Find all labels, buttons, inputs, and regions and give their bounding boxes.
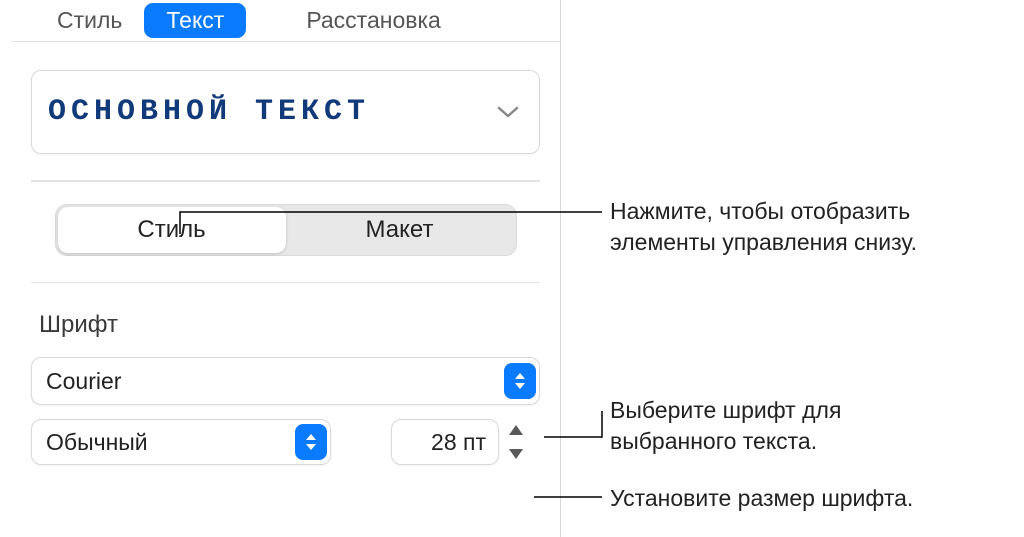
font-size-group: 28 пт bbox=[391, 419, 527, 465]
updown-icon bbox=[504, 363, 536, 399]
segmented-row: Стиль Макет bbox=[11, 204, 560, 256]
divider bbox=[31, 180, 540, 182]
tab-text[interactable]: Текст bbox=[144, 3, 246, 38]
paragraph-style-dropdown[interactable]: ОСНОВНОЙ ТЕКСТ bbox=[31, 70, 540, 154]
paragraph-style-label: ОСНОВНОЙ ТЕКСТ bbox=[48, 95, 370, 129]
font-section-heading: Шрифт bbox=[39, 311, 560, 339]
font-family-value: Courier bbox=[46, 368, 121, 395]
segment-style[interactable]: Стиль bbox=[58, 207, 286, 253]
updown-icon bbox=[295, 424, 327, 460]
tab-arrangement[interactable]: Расстановка bbox=[284, 3, 463, 38]
font-weight-dropdown[interactable]: Обычный bbox=[31, 419, 331, 465]
chevron-down-icon bbox=[497, 105, 519, 119]
callout-text-2: Выберите шрифт длявыбранного текста. bbox=[610, 395, 841, 457]
tab-style[interactable]: Стиль bbox=[35, 3, 144, 38]
font-size-stepper bbox=[505, 421, 527, 463]
font-size-increase[interactable] bbox=[505, 421, 527, 439]
callout-text-3: Установите размер шрифта. bbox=[610, 483, 913, 514]
font-size-decrease[interactable] bbox=[505, 445, 527, 463]
top-tabs: Стиль Текст Расстановка bbox=[11, 0, 560, 42]
style-layout-segmented: Стиль Макет bbox=[55, 204, 517, 256]
font-family-dropdown[interactable]: Courier bbox=[31, 357, 540, 405]
font-weight-value: Обычный bbox=[46, 429, 148, 456]
divider bbox=[31, 282, 540, 284]
font-size-field[interactable]: 28 пт bbox=[391, 419, 499, 465]
segment-layout[interactable]: Макет bbox=[286, 207, 514, 253]
font-row-2: Обычный 28 пт bbox=[31, 419, 540, 465]
format-inspector-panel: Стиль Текст Расстановка ОСНОВНОЙ ТЕКСТ С… bbox=[11, 0, 561, 537]
callout-text-1: Нажмите, чтобы отобразитьэлементы управл… bbox=[610, 196, 917, 258]
